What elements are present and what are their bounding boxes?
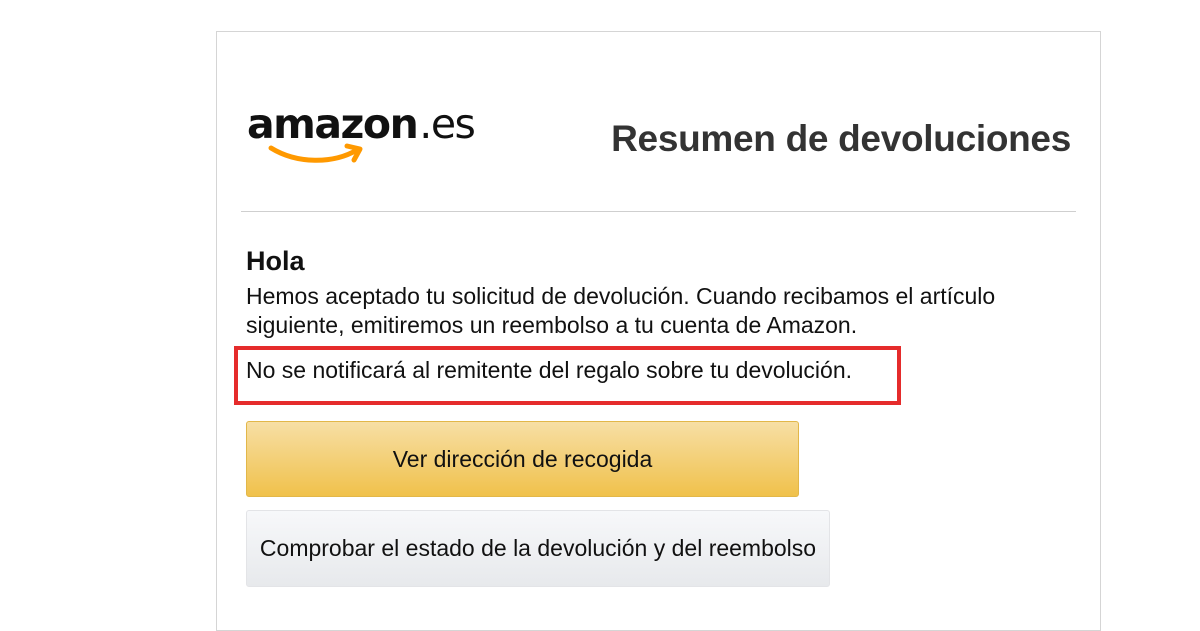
amazon-logo: amazon.es (247, 104, 477, 174)
check-return-status-label: Comprobar el estado de la devolución y d… (259, 535, 817, 561)
logo-wordmark: amazon.es (247, 104, 476, 145)
amazon-smile-icon (268, 143, 363, 163)
return-message: Hemos aceptado tu solicitud de devolució… (246, 283, 996, 338)
greeting: Hola (246, 246, 305, 276)
page-title: Resumen de devoluciones (611, 118, 1071, 159)
header-divider (241, 211, 1076, 212)
view-pickup-address-label: Ver dirección de recogida (392, 445, 653, 472)
view-pickup-address-button[interactable]: Ver dirección de recogida (246, 421, 799, 497)
gift-notice: No se notificará al remitente del regalo… (246, 357, 853, 383)
logo-tld-text: .es (419, 100, 476, 148)
check-return-status-button[interactable]: Comprobar el estado de la devolución y d… (246, 510, 830, 587)
